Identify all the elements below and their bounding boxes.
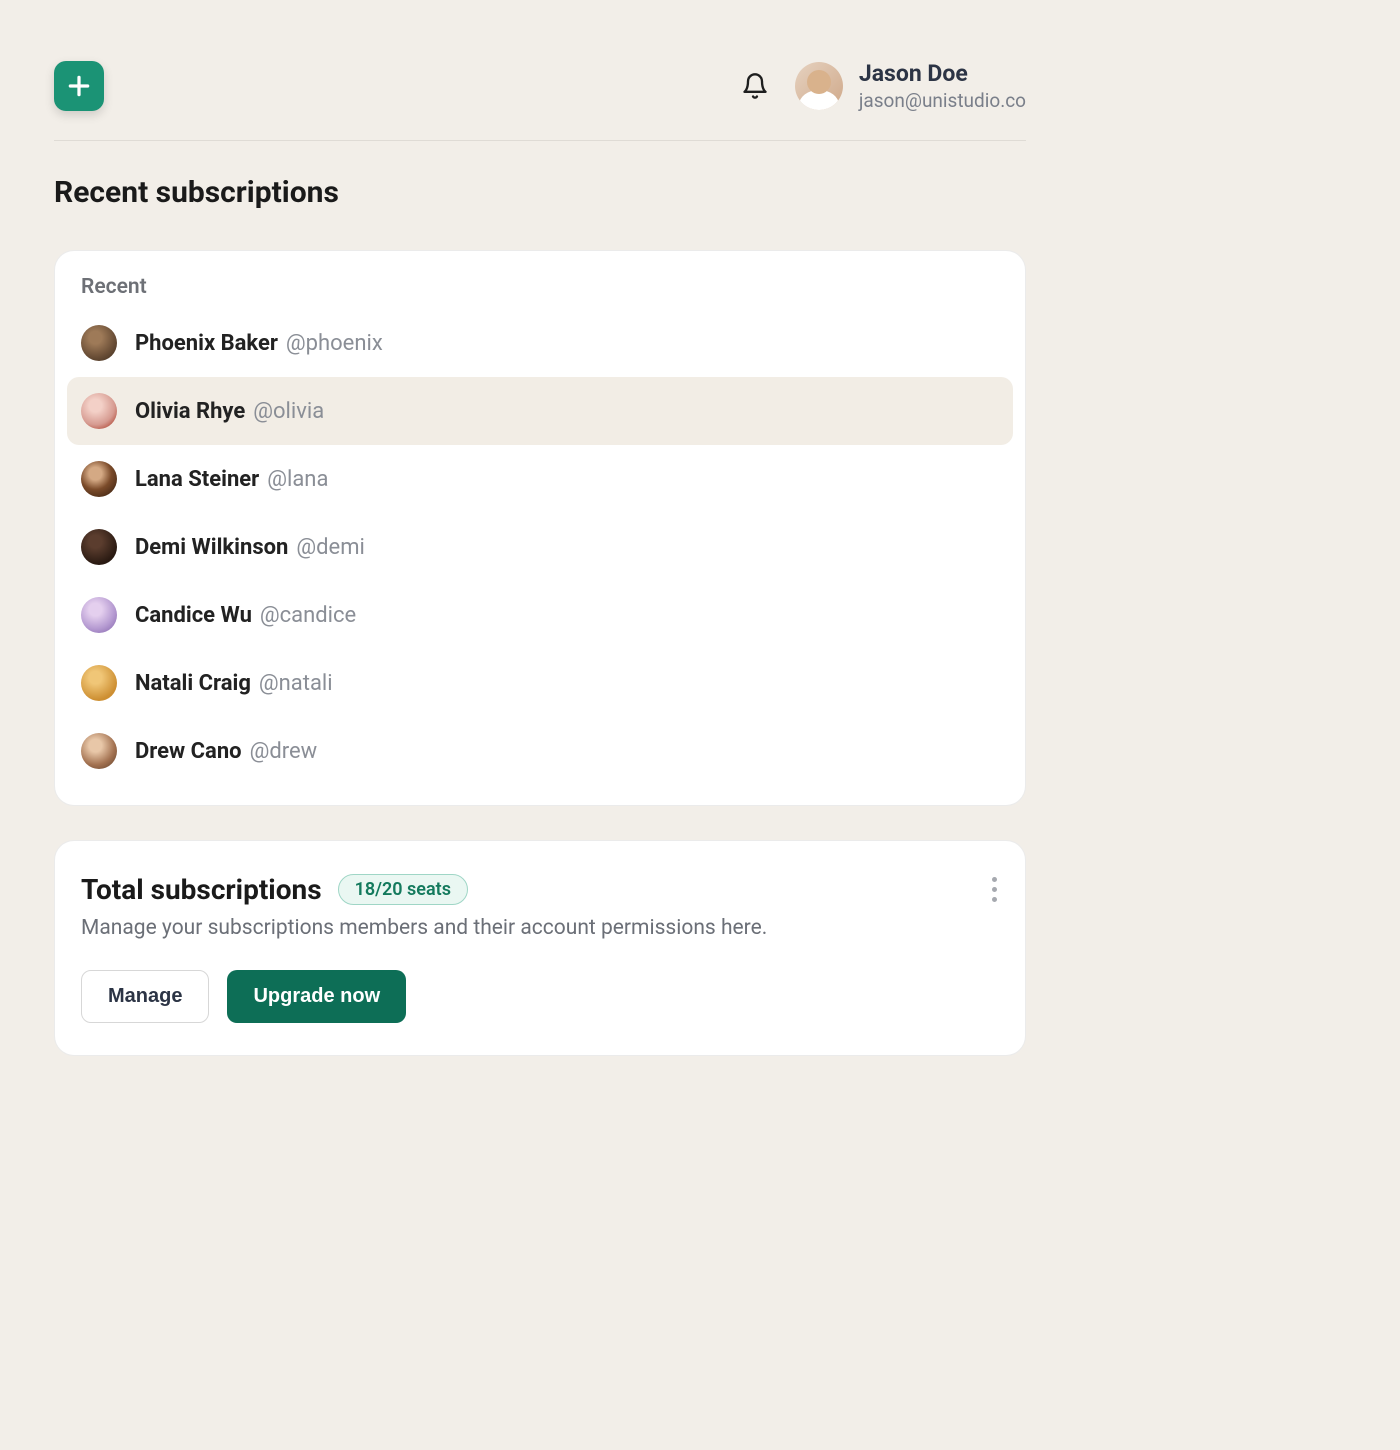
bell-icon[interactable]	[741, 72, 769, 100]
person-name: Lana Steiner	[135, 467, 259, 492]
avatar	[81, 597, 117, 633]
recent-subscribers-card: Recent Phoenix Baker @phoenix Olivia Rhye @…	[54, 250, 1026, 806]
person-handle: @candice	[260, 603, 356, 628]
list-item[interactable]: Candice Wu @candice	[67, 581, 1013, 649]
person-handle: @olivia	[253, 399, 324, 424]
person-name: Demi Wilkinson	[135, 535, 288, 560]
avatar	[81, 733, 117, 769]
user-email: jason@unistudio.co	[859, 89, 1026, 112]
total-subscriptions-title: Total subscriptions	[81, 873, 322, 906]
seats-badge: 18/20 seats	[338, 874, 468, 905]
recent-list: Phoenix Baker @phoenix Olivia Rhye @olivia L…	[67, 309, 1013, 785]
list-item[interactable]: Natali Craig @natali	[67, 649, 1013, 717]
upgrade-button[interactable]: Upgrade now	[227, 970, 406, 1023]
avatar	[795, 62, 843, 110]
person-handle: @natali	[259, 671, 333, 696]
manage-button[interactable]: Manage	[81, 970, 209, 1023]
avatar	[81, 665, 117, 701]
more-options-icon[interactable]	[986, 871, 1003, 908]
avatar	[81, 393, 117, 429]
person-name: Olivia Rhye	[135, 399, 245, 424]
person-handle: @lana	[267, 467, 328, 492]
user-menu[interactable]: Jason Doe jason@unistudio.co	[795, 60, 1026, 112]
person-handle: @phoenix	[286, 331, 383, 356]
user-name: Jason Doe	[859, 60, 1026, 87]
person-name: Candice Wu	[135, 603, 252, 628]
person-name: Drew Cano	[135, 739, 242, 764]
page-header: Jason Doe jason@unistudio.co	[54, 60, 1026, 141]
page-title: Recent subscriptions	[54, 175, 1026, 210]
person-name: Phoenix Baker	[135, 331, 278, 356]
list-item[interactable]: Phoenix Baker @phoenix	[67, 309, 1013, 377]
total-subscriptions-card: Total subscriptions 18/20 seats Manage y…	[54, 840, 1026, 1056]
person-handle: @drew	[250, 739, 318, 764]
list-item[interactable]: Demi Wilkinson @demi	[67, 513, 1013, 581]
avatar	[81, 461, 117, 497]
list-item[interactable]: Drew Cano @drew	[67, 717, 1013, 785]
avatar	[81, 529, 117, 565]
list-item[interactable]: Olivia Rhye @olivia	[67, 377, 1013, 445]
total-subscriptions-description: Manage your subscriptions members and th…	[81, 916, 999, 940]
list-item[interactable]: Lana Steiner @lana	[67, 445, 1013, 513]
person-name: Natali Craig	[135, 671, 251, 696]
avatar	[81, 325, 117, 361]
app-logo[interactable]	[54, 61, 104, 111]
recent-label: Recent	[67, 275, 1013, 309]
person-handle: @demi	[296, 535, 364, 560]
